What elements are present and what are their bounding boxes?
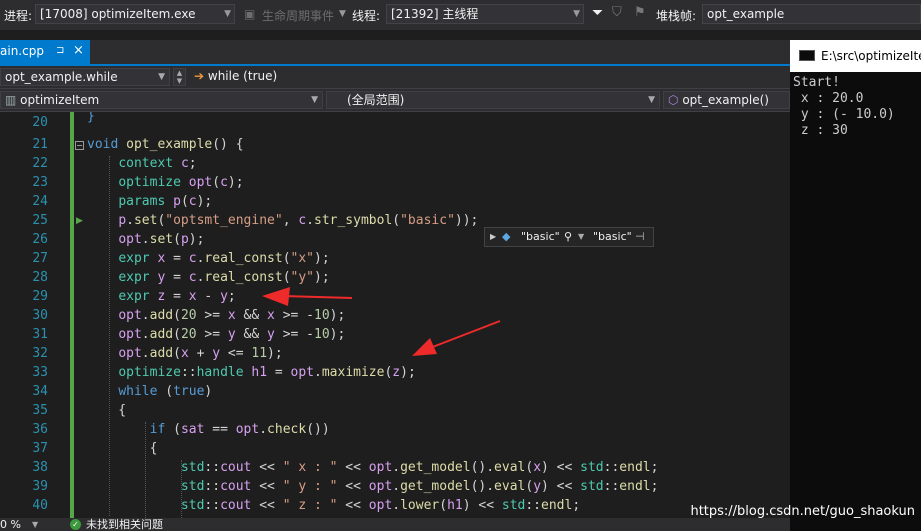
issues-message[interactable]: 未找到相关问题 [86,518,163,531]
arrow-annotation-1 [262,287,353,306]
range-dropdown[interactable]: (全局范围) ▼ [326,91,660,109]
thread-dropdown[interactable]: [21392] 主线程 ▼ [386,4,584,24]
code-editor[interactable]: 20 21 22 23 24 25 26 27 28 29 30 31 32 33 34 35 36 37 38 39… [0,112,790,518]
datatip-value-right: "basic" [593,230,632,243]
process-label: 进程: [4,9,33,23]
code-navigation-bar: ▥ optimizeItem ▼ (全局范围) ▼ ⬡ opt_example(… [0,89,790,112]
filter-icon[interactable]: ⏷ [592,5,603,21]
chevron-down-icon: ▼ [224,9,231,19]
zoom-level[interactable]: 0 % [0,518,21,531]
statement-navigation-bar: opt_example.while ▼ ▲ ▼ ➔ while (true) [0,66,790,89]
chevron-down-icon: ▼ [648,95,655,105]
chevron-down-icon: ▼ [311,95,318,105]
console-line: y : (- 10.0) [793,107,895,122]
function-icon: ⬡ [668,93,679,107]
thread-label: 线程: [352,9,381,23]
scope-value: opt_example.while [5,70,118,84]
stack-frame-label: 堆栈帧: [656,9,697,23]
arrow-right-icon: ➔ [194,69,205,83]
console-title-bar[interactable]: E:\src\optimizeIte [790,40,921,72]
arrow-annotation-2 [412,320,501,356]
expand-arrow-icon[interactable]: ▶ [490,228,496,246]
current-statement[interactable]: ➔ while (true) [190,68,790,86]
pin-icon[interactable]: ⊐ [56,40,64,62]
tab-label: ain.cpp [0,44,44,58]
function-dropdown[interactable]: ⬡ opt_example() [663,91,790,109]
magnifier-icon[interactable]: ⚲ [564,228,572,246]
datatip-tooltip[interactable]: ▶ ◆ "basic" ⚲ ▼ "basic" ⊣ [484,227,654,247]
datatip-value-left: "basic" [521,230,560,243]
project-value: optimizeItem [20,93,100,107]
clear-filter-icon[interactable]: ⛉ [612,5,622,20]
project-dropdown[interactable]: ▥ optimizeItem ▼ [0,91,323,109]
close-icon[interactable]: × [73,40,84,62]
function-value: opt_example() [682,93,769,107]
debug-toolbar: 进程: [17008] optimizeItem.exe ▼ ▣ 生命周期事件 … [0,0,921,30]
scope-stepper[interactable]: ▲ ▼ [173,68,186,86]
chevron-down-icon: ▼ [339,9,346,19]
process-value: [17008] optimizeItem.exe [40,7,196,21]
stack-frame-dropdown[interactable]: opt_example [702,4,921,24]
process-dropdown[interactable]: [17008] optimizeItem.exe ▼ [35,4,235,24]
current-statement-text: while (true) [207,69,278,83]
lifecycle-icon: ▣ [244,7,256,21]
lifecycle-events-button[interactable]: 生命周期事件 [262,7,334,24]
project-icon: ▥ [5,93,17,107]
flag-icon[interactable]: ⚑ [634,5,646,20]
console-window[interactable]: E:\src\optimizeIte Start! x : 20.0 y : (… [790,40,921,531]
console-line: x : 20.0 [793,91,864,106]
editor-tab-strip: ain.cpp ⊐ × [0,40,790,66]
chevron-down-icon[interactable]: ▼ [578,228,584,246]
console-line: Start! [793,75,840,90]
stack-frame-value: opt_example [707,7,785,21]
chevron-down-icon[interactable]: ▼ [32,518,38,531]
chevron-down-icon: ▼ [158,72,165,82]
range-value: (全局范围) [347,93,405,107]
thread-value: [21392] 主线程 [391,7,479,21]
editor-status-bar: 0 % ▼ ✓ 未找到相关问题 [0,518,790,531]
scope-dropdown[interactable]: opt_example.while ▼ [0,68,170,86]
console-app-icon [799,50,815,61]
value-cube-icon: ◆ [502,230,511,243]
check-icon: ✓ [70,519,81,530]
watermark-text: https://blog.csdn.net/guo_shaokun [690,504,915,519]
pin-icon[interactable]: ⊣ [635,228,645,246]
change-tracking-bar [70,112,74,518]
chevron-down-icon: ▼ [573,9,580,19]
annotation-arrows [262,287,501,356]
console-line: z : 30 [793,123,848,138]
console-title-text: E:\src\optimizeIte [821,49,921,63]
tab-main-cpp[interactable]: ain.cpp ⊐ × [0,40,90,64]
